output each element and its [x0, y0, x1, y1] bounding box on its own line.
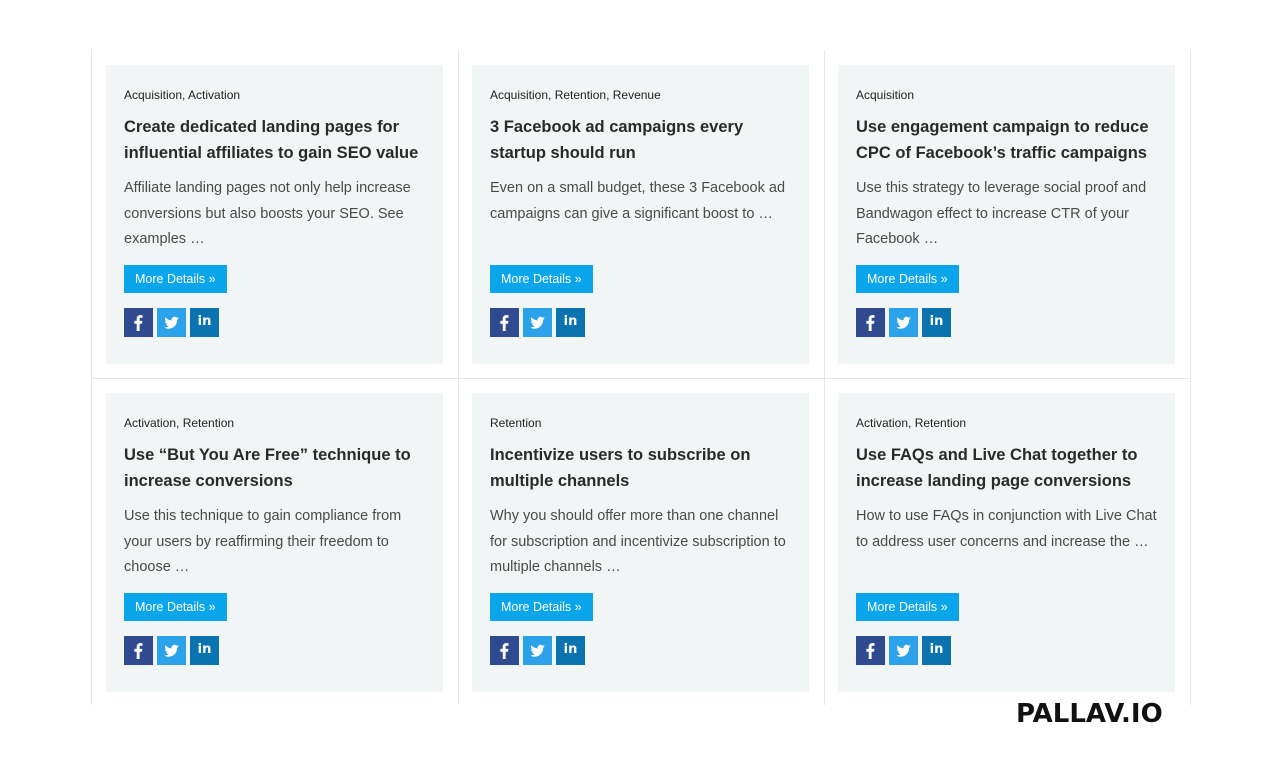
- card-excerpt: Affiliate landing pages not only help in…: [124, 180, 411, 247]
- card-title[interactable]: Use engagement campaign to reduce CPC of…: [856, 115, 1157, 166]
- facebook-icon[interactable]: [124, 308, 153, 337]
- idea-card: Acquisition Use engagement campaign to r…: [838, 65, 1175, 364]
- card-tags[interactable]: Acquisition: [856, 87, 1157, 103]
- twitter-icon[interactable]: [523, 308, 552, 337]
- twitter-icon[interactable]: [889, 308, 918, 337]
- card-excerpt: Why you should offer more than one chann…: [490, 508, 786, 575]
- twitter-icon[interactable]: [157, 308, 186, 337]
- growth-ideas-grid: Acquisition, Activation Create dedicated…: [91, 50, 1191, 705]
- linkedin-icon[interactable]: in: [190, 308, 219, 337]
- linkedin-icon[interactable]: in: [922, 308, 951, 337]
- linkedin-icon[interactable]: in: [190, 636, 219, 665]
- card-tags[interactable]: Activation, Retention: [856, 415, 1157, 431]
- card-tags[interactable]: Acquisition, Retention, Revenue: [490, 87, 791, 103]
- more-details-button[interactable]: More Details »: [490, 265, 593, 293]
- twitter-icon[interactable]: [157, 636, 186, 665]
- facebook-icon[interactable]: [490, 636, 519, 665]
- facebook-icon[interactable]: [856, 308, 885, 337]
- more-details-button[interactable]: More Details »: [124, 593, 227, 621]
- linkedin-icon[interactable]: in: [556, 636, 585, 665]
- idea-card: Retention Incentivize users to subscribe…: [472, 393, 809, 692]
- share-buttons: in: [856, 308, 955, 337]
- share-buttons: in: [124, 636, 223, 665]
- brand-logo: PALLAV.IO: [1016, 699, 1163, 729]
- card-excerpt: Use this strategy to leverage social pro…: [856, 180, 1147, 247]
- more-details-button[interactable]: More Details »: [124, 265, 227, 293]
- card-title[interactable]: 3 Facebook ad campaigns every startup sh…: [490, 115, 791, 166]
- share-buttons: in: [490, 636, 589, 665]
- twitter-icon[interactable]: [889, 636, 918, 665]
- more-details-button[interactable]: More Details »: [856, 265, 959, 293]
- card-excerpt: How to use FAQs in conjunction with Live…: [856, 508, 1157, 550]
- card-tags[interactable]: Activation, Retention: [124, 415, 425, 431]
- facebook-icon[interactable]: [490, 308, 519, 337]
- share-buttons: in: [124, 308, 223, 337]
- idea-card: Activation, Retention Use FAQs and Live …: [838, 393, 1175, 692]
- row-divider: [91, 378, 1191, 379]
- twitter-icon[interactable]: [523, 636, 552, 665]
- card-title[interactable]: Create dedicated landing pages for influ…: [124, 115, 425, 166]
- idea-card: Acquisition, Retention, Revenue 3 Facebo…: [472, 65, 809, 364]
- more-details-button[interactable]: More Details »: [490, 593, 593, 621]
- facebook-icon[interactable]: [124, 636, 153, 665]
- share-buttons: in: [490, 308, 589, 337]
- more-details-button[interactable]: More Details »: [856, 593, 959, 621]
- card-excerpt: Even on a small budget, these 3 Facebook…: [490, 180, 786, 222]
- card-excerpt: Use this technique to gain compliance fr…: [124, 508, 402, 575]
- card-title[interactable]: Incentivize users to subscribe on multip…: [490, 443, 791, 494]
- share-buttons: in: [856, 636, 955, 665]
- card-title[interactable]: Use “But You Are Free” technique to incr…: [124, 443, 425, 494]
- card-tags[interactable]: Acquisition, Activation: [124, 87, 425, 103]
- idea-card: Activation, Retention Use “But You Are F…: [106, 393, 443, 692]
- facebook-icon[interactable]: [856, 636, 885, 665]
- card-title[interactable]: Use FAQs and Live Chat together to incre…: [856, 443, 1157, 494]
- linkedin-icon[interactable]: in: [556, 308, 585, 337]
- idea-card: Acquisition, Activation Create dedicated…: [106, 65, 443, 364]
- linkedin-icon[interactable]: in: [922, 636, 951, 665]
- card-tags[interactable]: Retention: [490, 415, 791, 431]
